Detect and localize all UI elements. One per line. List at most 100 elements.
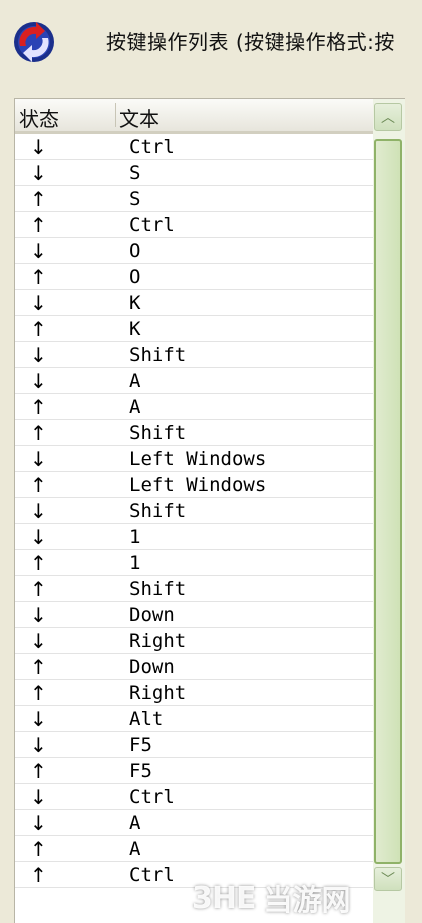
site-watermark: 3HE 当游网	[192, 874, 422, 922]
arrow-down-icon: ↓	[30, 733, 47, 757]
arrow-up-icon: ↑	[30, 863, 47, 887]
arrow-up-icon: ↑	[30, 421, 47, 445]
list-item[interactable]: ↓ Ctrl	[15, 134, 373, 160]
list-item[interactable]: ↑ K	[15, 316, 373, 342]
key-name: S	[129, 188, 141, 210]
arrow-down-icon: ↓	[30, 161, 47, 185]
arrow-up-icon: ↑	[30, 837, 47, 861]
list-item[interactable]: ↓ A	[15, 810, 373, 836]
key-name: Alt	[129, 708, 164, 730]
arrow-up-icon: ↑	[30, 577, 47, 601]
scroll-up-button[interactable]: ︿	[374, 103, 402, 131]
list-item[interactable]: ↓ Shift	[15, 342, 373, 368]
list-item[interactable]: ↓ A	[15, 368, 373, 394]
key-name: Ctrl	[129, 136, 175, 158]
arrow-up-icon: ↑	[30, 213, 47, 237]
key-action-list[interactable]: 状态 文本 ↓ Ctrl ↓ S ↑ S ↑ Ctrl ↓ O ↑ O ↓ K ↑ K ↓ Shift ↓ A ↑ A ↑ S…	[14, 98, 405, 923]
list-item[interactable]: ↓ F5	[15, 732, 373, 758]
app-logo-icon	[12, 20, 56, 64]
arrow-up-icon: ↑	[30, 317, 47, 341]
key-name: F5	[129, 734, 152, 756]
list-item[interactable]: ↓ K	[15, 290, 373, 316]
key-name: O	[129, 266, 141, 288]
arrow-up-icon: ↑	[30, 759, 47, 783]
key-name: K	[129, 292, 141, 314]
arrow-down-icon: ↓	[30, 343, 47, 367]
list-item[interactable]: ↑ O	[15, 264, 373, 290]
arrow-up-icon: ↑	[30, 681, 47, 705]
watermark-logo: 3HE	[192, 880, 256, 916]
arrow-up-icon: ↑	[30, 265, 47, 289]
list-item[interactable]: ↑ Left Windows	[15, 472, 373, 498]
arrow-down-icon: ↓	[30, 629, 47, 653]
list-item[interactable]: ↑ A	[15, 394, 373, 420]
key-name: Right	[129, 630, 187, 652]
list-rows: ↓ Ctrl ↓ S ↑ S ↑ Ctrl ↓ O ↑ O ↓ K ↑ K ↓ Shift ↓ A ↑ A ↑ Shift ↓ L…	[15, 134, 373, 888]
arrow-up-icon: ↑	[30, 655, 47, 679]
arrow-down-icon: ↓	[30, 291, 47, 315]
list-item[interactable]: ↑ Shift	[15, 576, 373, 602]
key-name: Right	[129, 682, 187, 704]
list-item[interactable]: ↑ 1	[15, 550, 373, 576]
key-name: Left Windows	[129, 474, 267, 496]
key-name: A	[129, 812, 141, 834]
key-name: S	[129, 162, 141, 184]
arrow-up-icon: ↑	[30, 551, 47, 575]
column-header-text[interactable]: 文本	[119, 103, 159, 132]
key-name: 1	[129, 526, 141, 548]
arrow-down-icon: ↓	[30, 785, 47, 809]
list-item[interactable]: ↑ Right	[15, 680, 373, 706]
arrow-up-icon: ↑	[30, 473, 47, 497]
key-name: Shift	[129, 500, 187, 522]
key-name: F5	[129, 760, 152, 782]
vertical-scrollbar[interactable]: ︿ ﹀	[373, 99, 405, 923]
key-name: A	[129, 396, 141, 418]
arrow-down-icon: ↓	[30, 811, 47, 835]
list-item[interactable]: ↓ Left Windows	[15, 446, 373, 472]
arrow-down-icon: ↓	[30, 499, 47, 523]
list-item[interactable]: ↑ Down	[15, 654, 373, 680]
list-item[interactable]: ↓ Right	[15, 628, 373, 654]
key-name: Shift	[129, 344, 187, 366]
list-item[interactable]: ↑ Ctrl	[15, 212, 373, 238]
arrow-up-icon: ↑	[30, 187, 47, 211]
arrow-down-icon: ↓	[30, 707, 47, 731]
key-name: A	[129, 838, 141, 860]
key-name: Down	[129, 604, 175, 626]
key-name: Down	[129, 656, 175, 678]
list-header: 状态 文本	[15, 99, 373, 134]
list-item[interactable]: ↓ S	[15, 160, 373, 186]
list-item[interactable]: ↑ F5	[15, 758, 373, 784]
key-name: Left Windows	[129, 448, 267, 470]
arrow-down-icon: ↓	[30, 239, 47, 263]
key-name: Shift	[129, 578, 187, 600]
key-name: Shift	[129, 422, 187, 444]
key-name: O	[129, 240, 141, 262]
key-name: Ctrl	[129, 786, 175, 808]
column-header-state[interactable]: 状态	[19, 103, 59, 132]
watermark-text: 当游网	[263, 883, 351, 917]
list-item[interactable]: ↓ 1	[15, 524, 373, 550]
list-item[interactable]: ↓ O	[15, 238, 373, 264]
list-item[interactable]: ↓ Down	[15, 602, 373, 628]
scrollbar-thumb[interactable]	[374, 139, 402, 864]
arrow-down-icon: ↓	[30, 447, 47, 471]
key-name: K	[129, 318, 141, 340]
list-item[interactable]: ↓ Ctrl	[15, 784, 373, 810]
arrow-up-icon: ↑	[30, 395, 47, 419]
arrow-down-icon: ↓	[30, 135, 47, 159]
arrow-down-icon: ↓	[30, 525, 47, 549]
list-item[interactable]: ↑ A	[15, 836, 373, 862]
key-name: A	[129, 370, 141, 392]
arrow-down-icon: ↓	[30, 603, 47, 627]
column-divider[interactable]	[115, 103, 116, 127]
list-item[interactable]: ↓ Shift	[15, 498, 373, 524]
key-name: Ctrl	[129, 214, 175, 236]
list-item[interactable]: ↑ Shift	[15, 420, 373, 446]
list-item[interactable]: ↓ Alt	[15, 706, 373, 732]
chevron-up-icon: ︿	[381, 110, 395, 126]
arrow-down-icon: ↓	[30, 369, 47, 393]
key-name: 1	[129, 552, 141, 574]
list-item[interactable]: ↑ S	[15, 186, 373, 212]
key-name: Ctrl	[129, 864, 175, 886]
